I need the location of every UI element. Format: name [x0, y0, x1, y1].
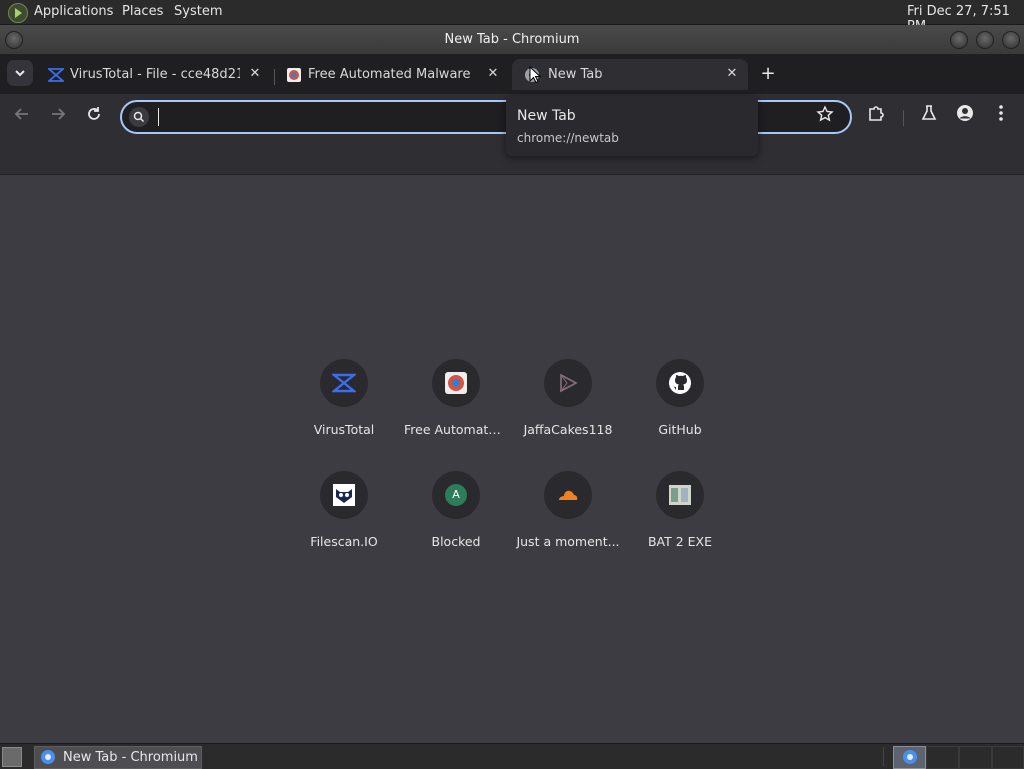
- shortcut-icon-circle: [656, 471, 704, 519]
- window-titlebar[interactable]: New Tab - Chromium: [0, 25, 1024, 55]
- profile-button[interactable]: [951, 103, 979, 131]
- chevron-down-icon: [15, 70, 25, 77]
- taskbar-window-button[interactable]: New Tab - Chromium: [34, 746, 202, 769]
- shortcut-icon-circle: [432, 359, 480, 407]
- close-tab-icon[interactable]: ✕: [484, 65, 502, 83]
- system-menu[interactable]: System: [174, 4, 222, 19]
- extensions-button[interactable]: [862, 103, 890, 131]
- shortcut-label: GitHub: [658, 422, 702, 437]
- reload-icon: [88, 107, 100, 120]
- text-caret: [158, 108, 159, 126]
- system-top-panel: Applications Places System Fri Dec 27, 7…: [0, 0, 1024, 34]
- forward-button[interactable]: [44, 103, 72, 131]
- shortcut-icon-circle: [320, 359, 368, 407]
- shortcut-github[interactable]: GitHub: [624, 359, 736, 469]
- tab-label: New Tab: [548, 67, 603, 82]
- tab-strip: VirusTotal - File - cce48d211d ✕ Free Au…: [0, 55, 1024, 94]
- chromium-icon: [41, 750, 55, 764]
- cloudflare-icon: [559, 490, 578, 500]
- shortcut-filescan[interactable]: Filescan.IO: [288, 471, 400, 581]
- letter-a-icon: A: [445, 484, 467, 506]
- shortcut-label: Free Automated Malware Analysis: [404, 422, 508, 437]
- owl-icon: [333, 484, 355, 506]
- tab-label: Free Automated Malware Ana: [308, 67, 474, 82]
- search-icon: [129, 107, 149, 127]
- shortcut-virustotal[interactable]: VirusTotal: [288, 359, 400, 469]
- virustotal-icon: [332, 373, 356, 393]
- toolbar-separator: [903, 110, 904, 126]
- chromium-icon: [903, 750, 917, 764]
- shortcut-icon-circle: [320, 471, 368, 519]
- reload-button[interactable]: [80, 103, 108, 131]
- workspace-2[interactable]: [926, 746, 959, 769]
- close-tab-icon[interactable]: ✕: [723, 65, 741, 83]
- hover-card-title: New Tab: [517, 108, 576, 124]
- shortcut-label: Just a moment...: [516, 534, 620, 549]
- tab-label: VirusTotal - File - cce48d211d: [70, 67, 240, 82]
- shortcut-icon-circle: [656, 359, 704, 407]
- sandbox-icon: [287, 68, 301, 82]
- hover-card-url: chrome://newtab: [517, 131, 619, 145]
- tab-sandbox[interactable]: Free Automated Malware Ana ✕: [274, 59, 510, 90]
- shortcut-label: JaffaCakes118: [523, 422, 613, 437]
- shortcut-label: Filescan.IO: [310, 534, 378, 549]
- workspace-4[interactable]: [992, 746, 1024, 769]
- menu-button[interactable]: [987, 103, 1015, 131]
- shortcut-label: Blocked: [431, 534, 481, 549]
- window-title: New Tab - Chromium: [444, 32, 580, 47]
- close-window-button[interactable]: [1002, 31, 1020, 49]
- tab-hover-card: New Tab chrome://newtab: [506, 96, 758, 156]
- show-desktop-icon[interactable]: [2, 747, 22, 767]
- shortcut-blocked[interactable]: A Blocked: [400, 471, 512, 581]
- workspace-3[interactable]: [959, 746, 992, 769]
- arrow-left-icon: [14, 108, 28, 120]
- shortcut-label: BAT 2 EXE: [647, 534, 713, 549]
- arrow-right-icon: [52, 108, 66, 120]
- minimize-button[interactable]: [950, 31, 968, 49]
- tab-virustotal[interactable]: VirusTotal - File - cce48d211d ✕: [36, 59, 272, 90]
- mouse-cursor-icon: [529, 66, 541, 84]
- virustotal-icon: [48, 68, 64, 82]
- puzzle-icon: [869, 106, 884, 121]
- bat2exe-icon: [669, 485, 691, 505]
- flask-icon: [921, 105, 937, 120]
- labs-button[interactable]: [915, 103, 943, 131]
- github-icon: [669, 372, 691, 394]
- new-tab-button[interactable]: +: [754, 60, 782, 88]
- taskbar-separator: [883, 747, 884, 766]
- workspace-switcher[interactable]: [893, 746, 926, 769]
- close-tab-icon[interactable]: ✕: [246, 65, 264, 83]
- shortcut-jaffacakes118[interactable]: JaffaCakes118: [512, 359, 624, 469]
- shortcut-bat2exe[interactable]: BAT 2 EXE: [624, 471, 736, 581]
- kebab-menu-icon: [999, 105, 1003, 121]
- back-button[interactable]: [8, 103, 36, 131]
- tab-new-tab[interactable]: New Tab ✕: [512, 59, 748, 90]
- system-logo-icon[interactable]: [8, 3, 28, 23]
- shortcut-icon-circle: [544, 471, 592, 519]
- maximize-button[interactable]: [976, 31, 994, 49]
- places-menu[interactable]: Places: [122, 4, 163, 19]
- shortcut-icon-circle: A: [432, 471, 480, 519]
- sandbox-icon: [445, 372, 467, 394]
- play-triangle-icon: [560, 373, 578, 393]
- shortcut-malware-analysis[interactable]: Free Automated Malware Analysis: [400, 359, 512, 469]
- profile-icon: [957, 105, 973, 121]
- bottom-taskbar: New Tab - Chromium: [0, 743, 1024, 769]
- applications-menu[interactable]: Applications: [34, 4, 113, 19]
- taskbar-window-label: New Tab - Chromium: [63, 750, 198, 765]
- shortcut-label: VirusTotal: [313, 422, 375, 437]
- bookmark-star-icon[interactable]: [816, 105, 834, 127]
- tab-search-button[interactable]: [7, 60, 33, 86]
- shortcut-just-a-moment[interactable]: Just a moment...: [512, 471, 624, 581]
- shortcut-icon-circle: [544, 359, 592, 407]
